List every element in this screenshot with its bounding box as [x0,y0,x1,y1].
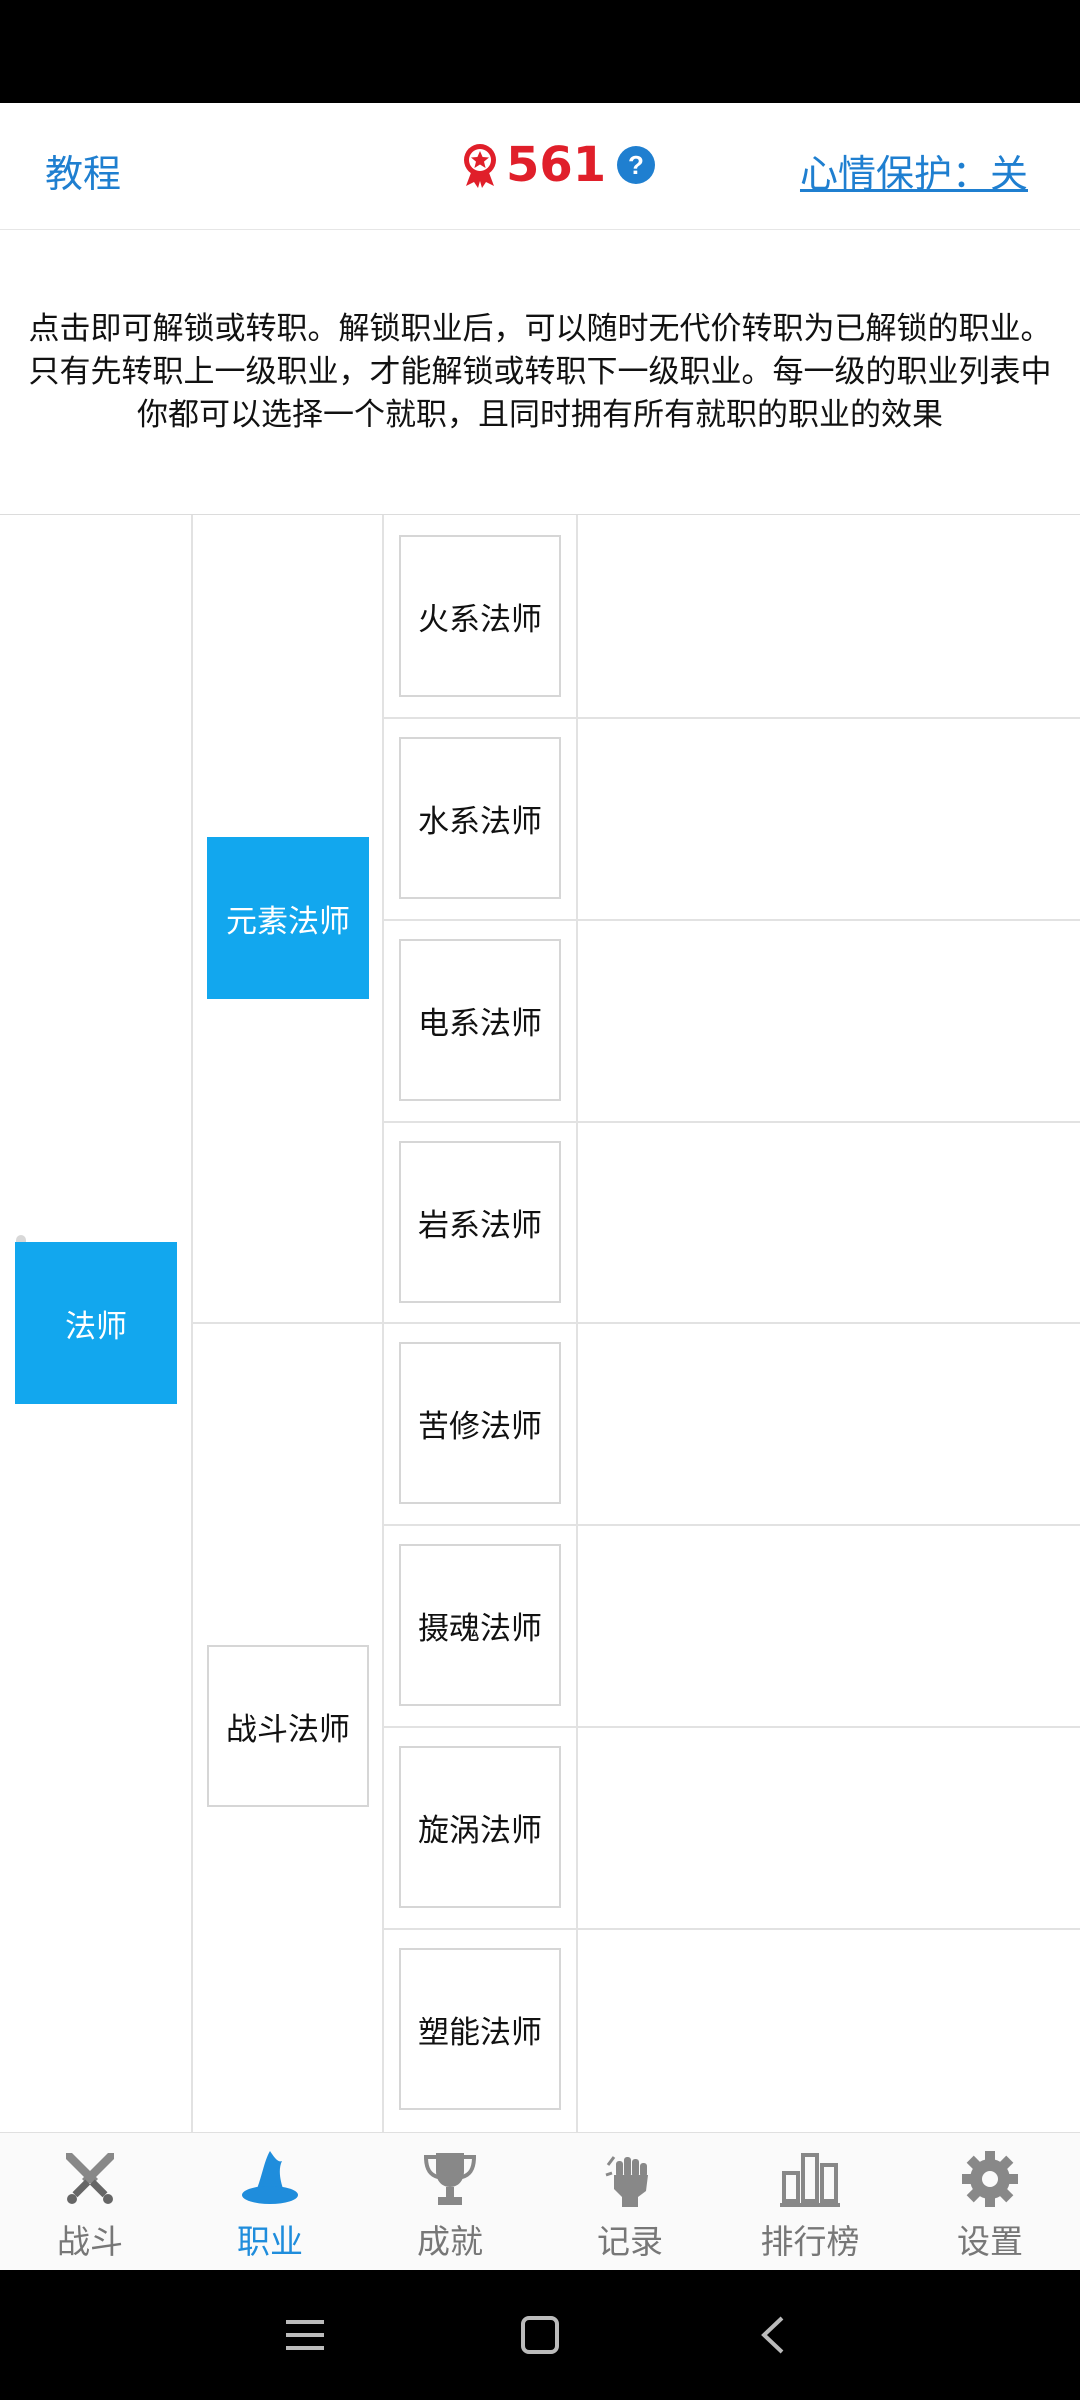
class-node-rock-mage[interactable]: 岩系法师 [399,1141,561,1303]
svg-text:?: ? [628,150,644,180]
nav-class[interactable]: 职业 [180,2133,360,2271]
award-medal-icon [464,144,496,188]
class-node-elemental-mage[interactable]: 元素法师 [207,837,369,999]
trophy-icon [423,2153,477,2205]
class-node-water-mage[interactable]: 水系法师 [399,737,561,899]
bottom-nav: 战斗 职业 成就 记录 排行榜 设置 [0,2132,1080,2271]
back-icon[interactable] [750,2310,800,2360]
points-display: 561 ? [460,135,656,195]
nav-label: 排行榜 [760,2222,860,2261]
class-node-vortex-mage[interactable]: 旋涡法师 [399,1746,561,1908]
menu-icon[interactable] [280,2310,330,2360]
nav-label: 职业 [237,2222,303,2261]
class-node-evocation-mage[interactable]: 塑能法师 [399,1948,561,2110]
row-divider [382,919,1080,921]
top-header: 教程 561 ? 心情保护：关 [0,103,1080,230]
crossed-swords-icon [66,2153,114,2204]
class-node-soul-mage[interactable]: 摄魂法师 [399,1544,561,1706]
nav-label: 设置 [957,2222,1023,2261]
home-icon[interactable] [515,2310,565,2360]
points-value: 561 [506,137,607,193]
class-node-battle-mage[interactable]: 战斗法师 [207,1645,369,1807]
row-divider [382,1121,1080,1123]
question-circle-icon[interactable]: ? [616,145,656,185]
mood-protect-toggle[interactable]: 心情保护：关 [800,143,1028,198]
nav-settings[interactable]: 设置 [900,2133,1080,2271]
class-node-lightning-mage[interactable]: 电系法师 [399,939,561,1101]
gear-icon [962,2151,1018,2207]
row-divider [382,1726,1080,1728]
nav-records[interactable]: 记录 [540,2133,720,2271]
class-node-ascetic-mage[interactable]: 苦修法师 [399,1342,561,1504]
instruction-text: 点击即可解锁或转职。解锁职业后，可以随时无代价转职为已解锁的职业。只有先转职上一… [28,310,1052,433]
nav-label: 记录 [597,2222,663,2261]
bar-chart-icon [780,2153,840,2207]
instruction-panel: 点击即可解锁或转职。解锁职业后，可以随时无代价转职为已解锁的职业。只有先转职上一… [0,230,1080,515]
status-bar [0,0,1080,103]
nav-label: 成就 [417,2222,483,2261]
row-divider [382,1928,1080,1930]
nav-achievements[interactable]: 成就 [360,2133,540,2271]
system-nav-bar [0,2270,1080,2400]
tutorial-link[interactable]: 教程 [45,143,121,198]
nav-label: 战斗 [57,2222,123,2261]
nav-battle[interactable]: 战斗 [0,2133,180,2271]
row-divider [382,717,1080,719]
wizard-hat-icon [242,2151,298,2204]
raised-fist-icon [605,2156,648,2207]
class-node-mage[interactable]: 法师 [15,1242,177,1404]
row-divider [191,1322,1080,1324]
class-node-fire-mage[interactable]: 火系法师 [399,535,561,697]
row-divider [382,1524,1080,1526]
nav-leaderboard[interactable]: 排行榜 [720,2133,900,2271]
class-tree: 法师 元素法师 战斗法师 火系法师 水系法师 电系法师 岩系法师 苦修法师 摄魂… [0,515,1080,2132]
